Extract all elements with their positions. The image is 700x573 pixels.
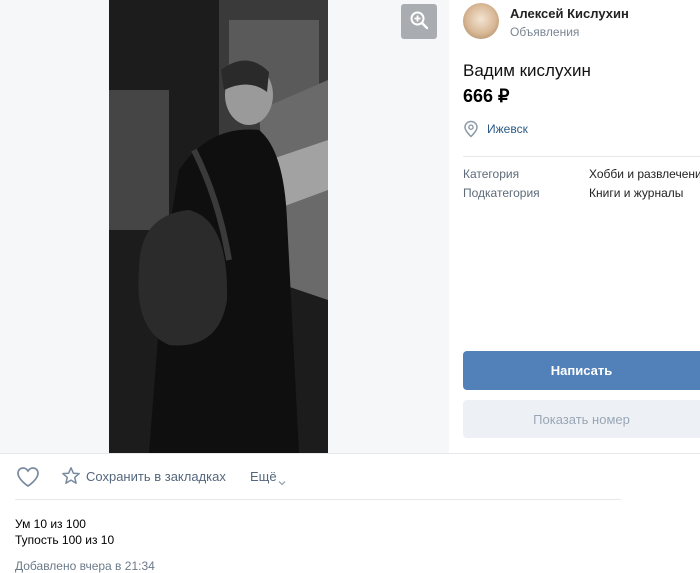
location-link[interactable]: Ижевск bbox=[487, 122, 528, 136]
divider bbox=[15, 499, 621, 500]
location-pin-icon bbox=[463, 120, 479, 142]
subcategory-value[interactable]: Книги и журналы bbox=[589, 186, 683, 200]
write-button[interactable]: Написать bbox=[463, 351, 700, 390]
listing-price: 666 ₽ bbox=[463, 86, 510, 106]
more-button[interactable]: Ещё bbox=[250, 469, 277, 484]
description-line: Ум 10 из 100 bbox=[15, 517, 86, 531]
description-line: Тупость 100 из 10 bbox=[15, 533, 115, 547]
chevron-down-icon bbox=[277, 472, 287, 491]
bookmark-button[interactable]: Сохранить в закладках bbox=[86, 469, 226, 484]
category-value[interactable]: Хобби и развлечения bbox=[589, 167, 700, 181]
heart-icon[interactable] bbox=[16, 466, 40, 492]
zoom-in-icon bbox=[409, 10, 429, 34]
subcategory-label: Подкатегория bbox=[463, 186, 540, 200]
divider bbox=[0, 453, 700, 454]
listing-photo[interactable] bbox=[109, 0, 328, 453]
seller-name[interactable]: Алексей Кислухин bbox=[510, 6, 629, 21]
category-label: Категория bbox=[463, 167, 520, 181]
photo-area bbox=[0, 0, 449, 453]
listing-title: Вадим кислухин bbox=[463, 61, 591, 80]
show-phone-button[interactable]: Показать номер bbox=[463, 400, 700, 438]
star-icon[interactable] bbox=[61, 466, 81, 490]
divider bbox=[463, 156, 700, 157]
zoom-button[interactable] bbox=[401, 4, 437, 39]
seller-subtitle: Объявления bbox=[510, 25, 580, 39]
photo-illustration bbox=[109, 0, 328, 453]
seller-avatar[interactable] bbox=[463, 3, 499, 39]
